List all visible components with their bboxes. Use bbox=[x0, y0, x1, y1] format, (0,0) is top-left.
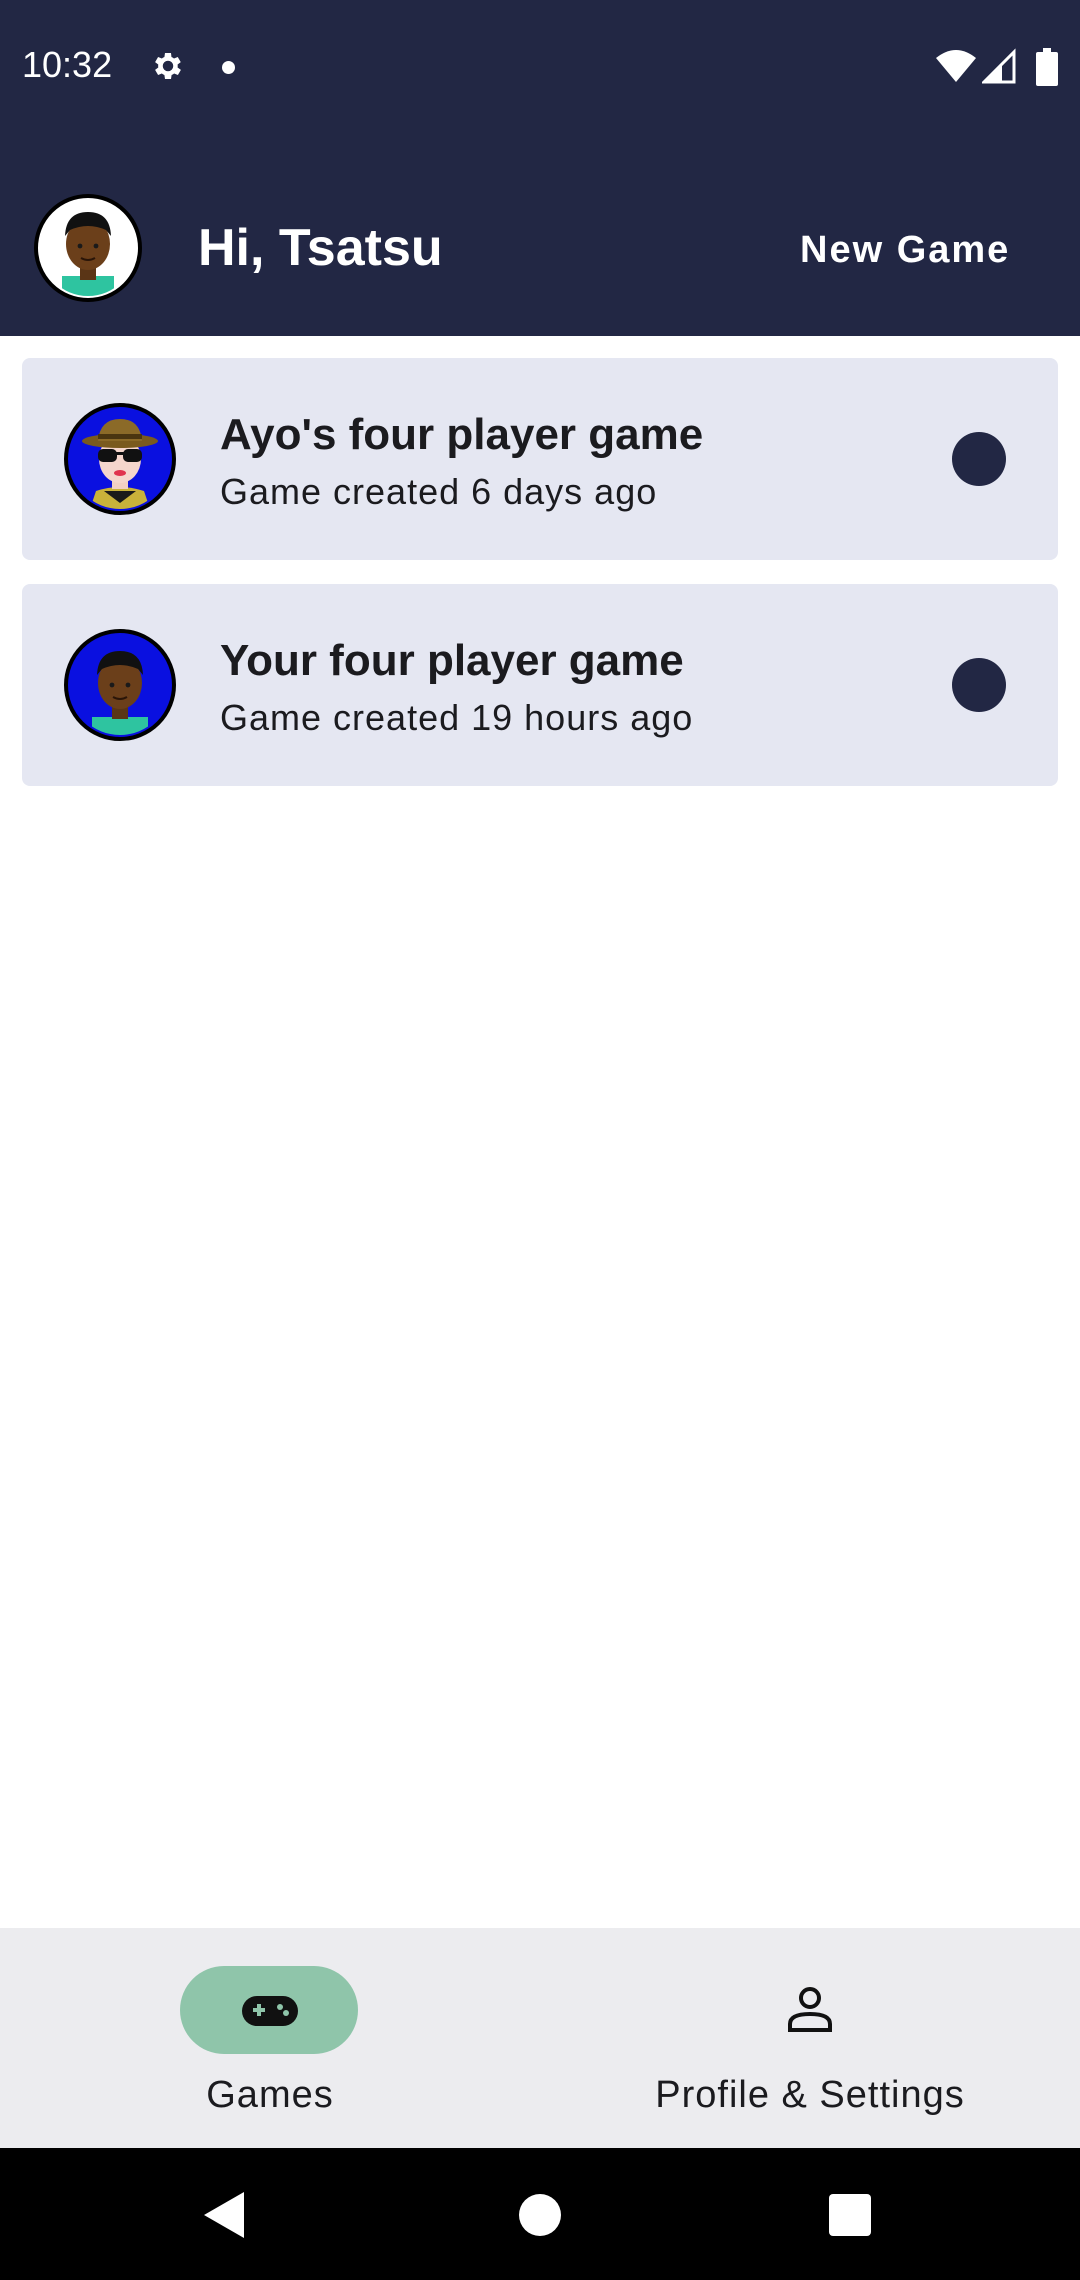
game-created-time: Game created 6 days ago bbox=[220, 471, 658, 512]
status-time: 10:32 bbox=[22, 44, 113, 85]
system-navigation-bar bbox=[0, 2148, 1080, 2280]
game-card[interactable]: Ayo's four player game Game created 6 da… bbox=[22, 358, 1058, 560]
screen: 10:32 Hi, Tsatsu New Game Ayo's four pla… bbox=[0, 0, 1080, 2280]
gamepad-icon bbox=[242, 1996, 298, 2026]
game-title: Your four player game bbox=[220, 636, 684, 685]
user-avatar[interactable] bbox=[34, 194, 142, 302]
signal-icon bbox=[982, 48, 1016, 84]
game-card[interactable]: Your four player game Game created 19 ho… bbox=[22, 584, 1058, 786]
status-dot-icon bbox=[952, 658, 1006, 712]
app-bar: 10:32 Hi, Tsatsu New Game bbox=[0, 0, 1080, 336]
new-game-button[interactable]: New Game bbox=[800, 220, 1010, 280]
gear-icon bbox=[155, 52, 181, 80]
battery-icon bbox=[1036, 48, 1058, 86]
greeting-title: Hi, Tsatsu bbox=[198, 219, 443, 277]
game-title: Ayo's four player game bbox=[220, 410, 704, 459]
back-icon[interactable] bbox=[204, 2192, 246, 2238]
game-created-time: Game created 19 hours ago bbox=[220, 697, 694, 738]
avatar-hat-sunglasses bbox=[64, 403, 176, 515]
nav-item-profile-settings[interactable]: Profile & Settings bbox=[540, 1928, 1080, 2148]
recent-apps-icon[interactable] bbox=[829, 2194, 871, 2236]
wifi-icon bbox=[936, 50, 976, 82]
status-dot-icon bbox=[952, 432, 1006, 486]
bottom-navigation: Games Profile & Settings bbox=[0, 1928, 1080, 2148]
home-icon[interactable] bbox=[519, 2194, 561, 2236]
avatar-user bbox=[64, 629, 176, 741]
nav-label-games: Games bbox=[206, 2074, 334, 2116]
notification-dot-icon bbox=[222, 61, 235, 74]
person-icon bbox=[788, 1987, 832, 2032]
nav-label-profile-settings: Profile & Settings bbox=[655, 2074, 965, 2116]
nav-item-games[interactable]: Games bbox=[0, 1928, 540, 2148]
